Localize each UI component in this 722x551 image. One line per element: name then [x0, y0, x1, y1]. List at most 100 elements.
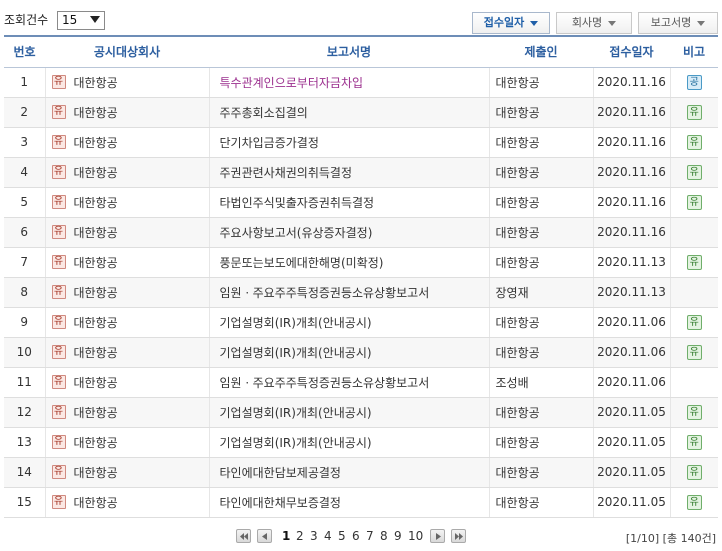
column-header-company: 공시대상회사 — [45, 36, 209, 68]
report-title-link[interactable]: 타인에대한채무보증결정 — [220, 496, 341, 510]
report-title-link[interactable]: 기업설명회(IR)개최(안내공시) — [220, 406, 372, 420]
company-cell: 유 대한항공 — [44, 457, 209, 488]
count-select[interactable]: 15 — [57, 11, 105, 30]
submitter-cell: 대한항공 — [488, 127, 593, 158]
note-badge: 유 — [686, 105, 702, 120]
company-name-link[interactable]: 대한항공 — [74, 256, 118, 270]
report-title-link[interactable]: 기업설명회(IR)개최(안내공시) — [220, 346, 372, 360]
company-name-link[interactable]: 대한항공 — [74, 346, 118, 360]
table-row: 15 유 대한항공 타인에대한채무보증결정 대한항공 2020.11.05 유 — [4, 487, 718, 518]
table-row: 8 유 대한항공 임원ㆍ주요주주특정증권등소유상황보고서 장영재 2020.11.13 — [4, 277, 718, 308]
company-name-link[interactable]: 대한항공 — [74, 106, 118, 120]
prev-page-icon[interactable] — [257, 529, 272, 543]
count-select-value: 15 — [62, 13, 78, 27]
date-cell: 2020.11.13 — [592, 247, 670, 278]
date-cell: 2020.11.16 — [592, 97, 670, 128]
page-link-9[interactable]: 9 — [394, 529, 402, 543]
report-title-link[interactable]: 주주총회소집결의 — [220, 106, 308, 120]
note-cell: 유 — [669, 427, 718, 458]
page-link-2[interactable]: 2 — [296, 529, 304, 543]
sort-button-label: 회사명 — [571, 16, 603, 29]
company-name-link[interactable]: 대한항공 — [74, 316, 118, 330]
report-title-link[interactable]: 주권관련사채권의취득결정 — [220, 166, 352, 180]
company-cell: 유 대한항공 — [44, 397, 209, 428]
report-title-link[interactable]: 타인에대한담보제공결정 — [220, 466, 341, 480]
report-cell: 주권관련사채권의취득결정 — [208, 157, 489, 188]
last-page-icon[interactable] — [451, 529, 466, 543]
market-badge: 유 — [51, 225, 66, 239]
sort-button-label: 보고서명 — [650, 16, 692, 29]
note-cell — [669, 277, 718, 308]
column-header-submitter: 제출인 — [489, 36, 593, 68]
page-link-3[interactable]: 3 — [310, 529, 318, 543]
company-name-link[interactable]: 대한항공 — [74, 136, 118, 150]
market-badge: 유 — [51, 405, 66, 419]
company-name-link[interactable]: 대한항공 — [74, 376, 118, 390]
report-title-link[interactable]: 타법인주식및출자증권취득결정 — [220, 196, 375, 210]
note-cell: 유 — [669, 97, 718, 128]
submitter-cell: 장영재 — [488, 277, 593, 308]
sort-button-2[interactable]: 보고서명 — [638, 12, 718, 34]
report-title-link[interactable]: 임원ㆍ주요주주특정증권등소유상황보고서 — [220, 376, 430, 390]
page-link-1[interactable]: 1 — [282, 529, 290, 543]
company-name-link[interactable]: 대한항공 — [74, 226, 118, 240]
table-row: 9 유 대한항공 기업설명회(IR)개최(안내공시) 대한항공 2020.11.06 유 — [4, 307, 718, 338]
table-row: 5 유 대한항공 타법인주식및출자증권취득결정 대한항공 2020.11.16 유 — [4, 187, 718, 218]
report-title-link[interactable]: 풍문또는보도에대한해명(미확정) — [220, 256, 384, 270]
page-link-10[interactable]: 10 — [408, 529, 423, 543]
table-row: 11 유 대한항공 임원ㆍ주요주주특정증권등소유상황보고서 조성배 2020.11.06 — [4, 367, 718, 398]
company-name-link[interactable]: 대한항공 — [74, 466, 118, 480]
company-name-link[interactable]: 대한항공 — [74, 286, 118, 300]
report-title-link[interactable]: 단기차입금증가결정 — [220, 136, 319, 150]
submitter-cell: 조성배 — [488, 367, 593, 398]
sort-button-0[interactable]: 접수일자 — [472, 12, 550, 34]
note-badge: 유 — [686, 135, 702, 150]
count-label: 조회건수 — [4, 13, 49, 27]
note-cell: 유 — [669, 247, 718, 278]
row-number: 3 — [4, 127, 45, 158]
report-title-link[interactable]: 임원ㆍ주요주주특정증권등소유상황보고서 — [220, 286, 430, 300]
report-title-link[interactable]: 특수관계인으로부터자금차입 — [220, 76, 364, 90]
report-title-link[interactable]: 기업설명회(IR)개최(안내공시) — [220, 316, 372, 330]
toolbar: 조회건수 15 접수일자 회사명 보고서명 — [0, 0, 722, 36]
sort-button-1[interactable]: 회사명 — [556, 12, 632, 34]
date-cell: 2020.11.16 — [592, 127, 670, 158]
row-number: 2 — [4, 97, 45, 128]
page-link-5[interactable]: 5 — [338, 529, 346, 543]
page-link-6[interactable]: 6 — [352, 529, 360, 543]
row-number: 8 — [4, 277, 45, 308]
submitter-cell: 대한항공 — [488, 427, 593, 458]
market-badge: 유 — [51, 345, 66, 359]
date-cell: 2020.11.05 — [592, 427, 670, 458]
company-name-link[interactable]: 대한항공 — [74, 196, 118, 210]
report-cell: 주주총회소집결의 — [208, 97, 489, 128]
row-number: 14 — [4, 457, 45, 488]
report-cell: 기업설명회(IR)개최(안내공시) — [208, 337, 489, 368]
page-link-8[interactable]: 8 — [380, 529, 388, 543]
caret-down-icon — [608, 20, 617, 26]
date-cell: 2020.11.16 — [592, 217, 670, 248]
date-cell: 2020.11.16 — [592, 157, 670, 188]
report-title-link[interactable]: 주요사항보고서(유상증자결정) — [220, 226, 373, 240]
table-row: 6 유 대한항공 주요사항보고서(유상증자결정) 대한항공 2020.11.16 — [4, 217, 718, 248]
row-number: 9 — [4, 307, 45, 338]
row-number: 1 — [4, 67, 45, 98]
report-cell: 주요사항보고서(유상증자결정) — [208, 217, 489, 248]
company-name-link[interactable]: 대한항공 — [74, 436, 118, 450]
company-cell: 유 대한항공 — [44, 67, 209, 98]
report-cell: 기업설명회(IR)개최(안내공시) — [208, 307, 489, 338]
company-name-link[interactable]: 대한항공 — [74, 496, 118, 510]
market-badge: 유 — [51, 195, 66, 209]
submitter-cell: 대한항공 — [488, 397, 593, 428]
company-name-link[interactable]: 대한항공 — [74, 76, 118, 90]
note-badge: 공 — [686, 75, 702, 90]
submitter-cell: 대한항공 — [488, 337, 593, 368]
company-name-link[interactable]: 대한항공 — [74, 406, 118, 420]
column-header-report: 보고서명 — [209, 36, 489, 68]
next-page-icon[interactable] — [430, 529, 445, 543]
page-link-4[interactable]: 4 — [324, 529, 332, 543]
page-link-7[interactable]: 7 — [366, 529, 374, 543]
report-title-link[interactable]: 기업설명회(IR)개최(안내공시) — [220, 436, 372, 450]
company-name-link[interactable]: 대한항공 — [74, 166, 118, 180]
first-page-icon[interactable] — [236, 529, 251, 543]
